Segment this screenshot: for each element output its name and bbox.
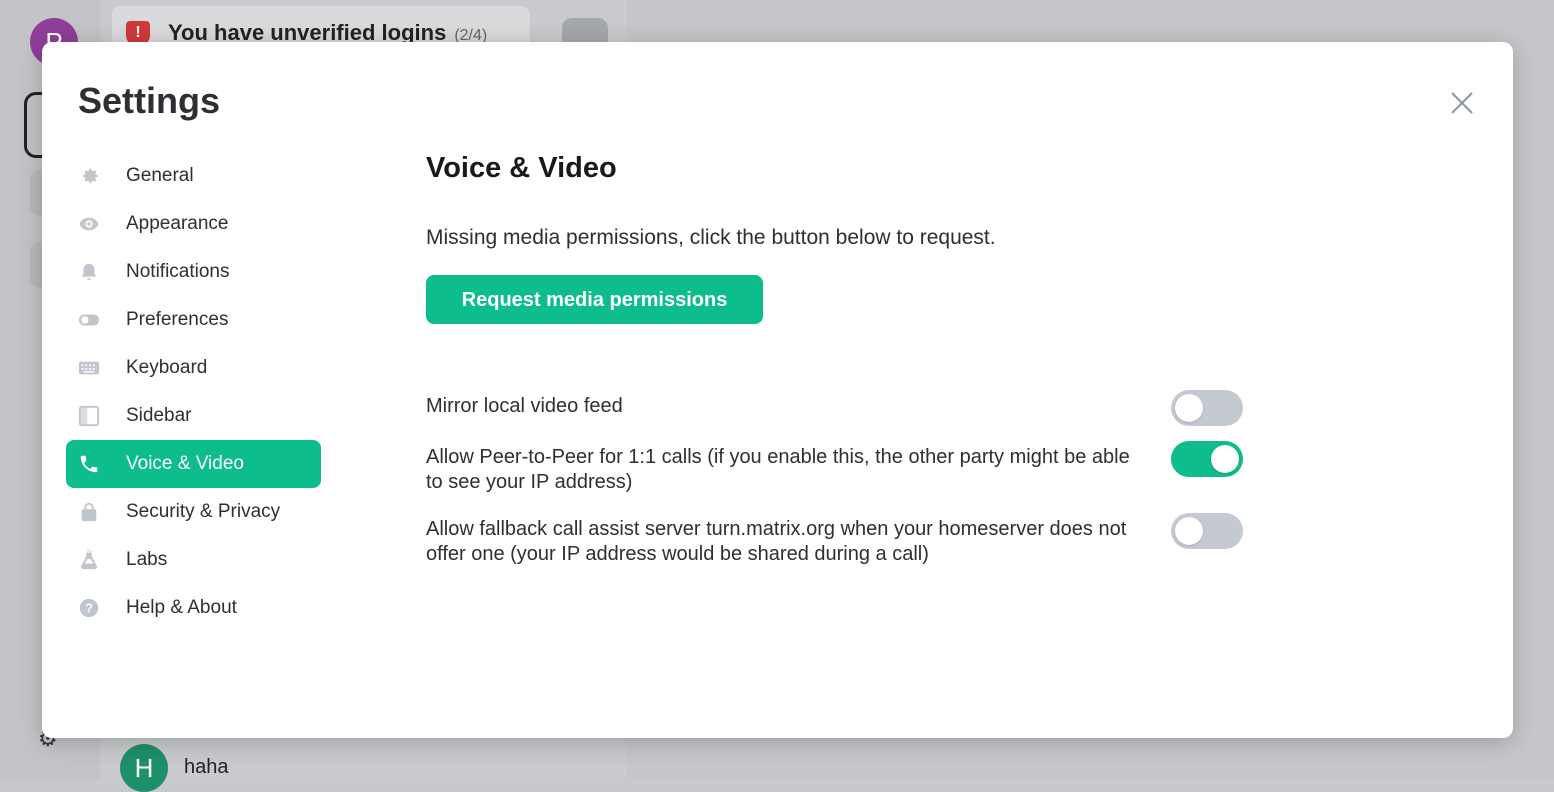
tab-security-privacy[interactable]: Security & Privacy (66, 488, 321, 536)
tab-sidebar[interactable]: Sidebar (66, 392, 321, 440)
tab-help-about[interactable]: ? Help & About (66, 584, 321, 632)
settings-nav: General Appearance Notifications Prefere… (66, 152, 321, 632)
tab-appearance[interactable]: Appearance (66, 200, 321, 248)
tab-label: Security & Privacy (126, 501, 281, 522)
tab-label: Notifications (126, 261, 230, 282)
toggle-knob (1175, 517, 1203, 545)
permission-message: Missing media permissions, click the but… (426, 226, 996, 249)
tab-label: Help & About (126, 597, 237, 618)
setting-label: Allow Peer-to-Peer for 1:1 calls (if you… (426, 446, 1130, 493)
sidebar-icon (78, 405, 100, 427)
tab-label: Appearance (126, 213, 229, 234)
close-icon (1451, 92, 1473, 114)
tab-keyboard[interactable]: Keyboard (66, 344, 321, 392)
section-title: Voice & Video (426, 152, 617, 184)
toggle-knob (1175, 394, 1203, 422)
tab-voice-video[interactable]: Voice & Video (66, 440, 321, 488)
keyboard-icon (78, 357, 100, 379)
svg-text:?: ? (85, 601, 93, 616)
settings-dialog: Settings General Appearance Notification… (42, 42, 1513, 738)
tab-general[interactable]: General (66, 152, 321, 200)
help-icon: ? (78, 597, 100, 619)
tab-label: General (126, 165, 194, 186)
lock-icon (78, 501, 100, 523)
fallback-server-toggle[interactable] (1171, 513, 1243, 549)
room-name[interactable]: haha (184, 756, 229, 779)
gear-icon (78, 165, 100, 187)
toggle-icon (78, 309, 100, 331)
toggle-knob (1211, 445, 1239, 473)
dialog-title: Settings (78, 80, 221, 121)
tab-label: Labs (126, 549, 168, 570)
close-button[interactable] (1447, 88, 1477, 118)
request-media-permissions-button[interactable]: Request media permissions (426, 275, 763, 324)
tab-labs[interactable]: Labs (66, 536, 321, 584)
bell-icon (78, 261, 100, 283)
tab-label: Sidebar (126, 405, 192, 426)
peer-to-peer-toggle[interactable] (1171, 441, 1243, 477)
setting-label: Allow fallback call assist server turn.m… (426, 518, 1127, 565)
tab-preferences[interactable]: Preferences (66, 296, 321, 344)
tab-label: Preferences (126, 309, 229, 330)
phone-icon (78, 453, 100, 475)
tab-notifications[interactable]: Notifications (66, 248, 321, 296)
setting-label: Mirror local video feed (426, 395, 623, 417)
mirror-video-toggle[interactable] (1171, 390, 1243, 426)
flask-icon (78, 549, 100, 571)
eye-icon (78, 213, 100, 235)
room-avatar: H (120, 744, 168, 792)
tab-label: Voice & Video (126, 453, 244, 474)
tab-label: Keyboard (126, 357, 208, 378)
